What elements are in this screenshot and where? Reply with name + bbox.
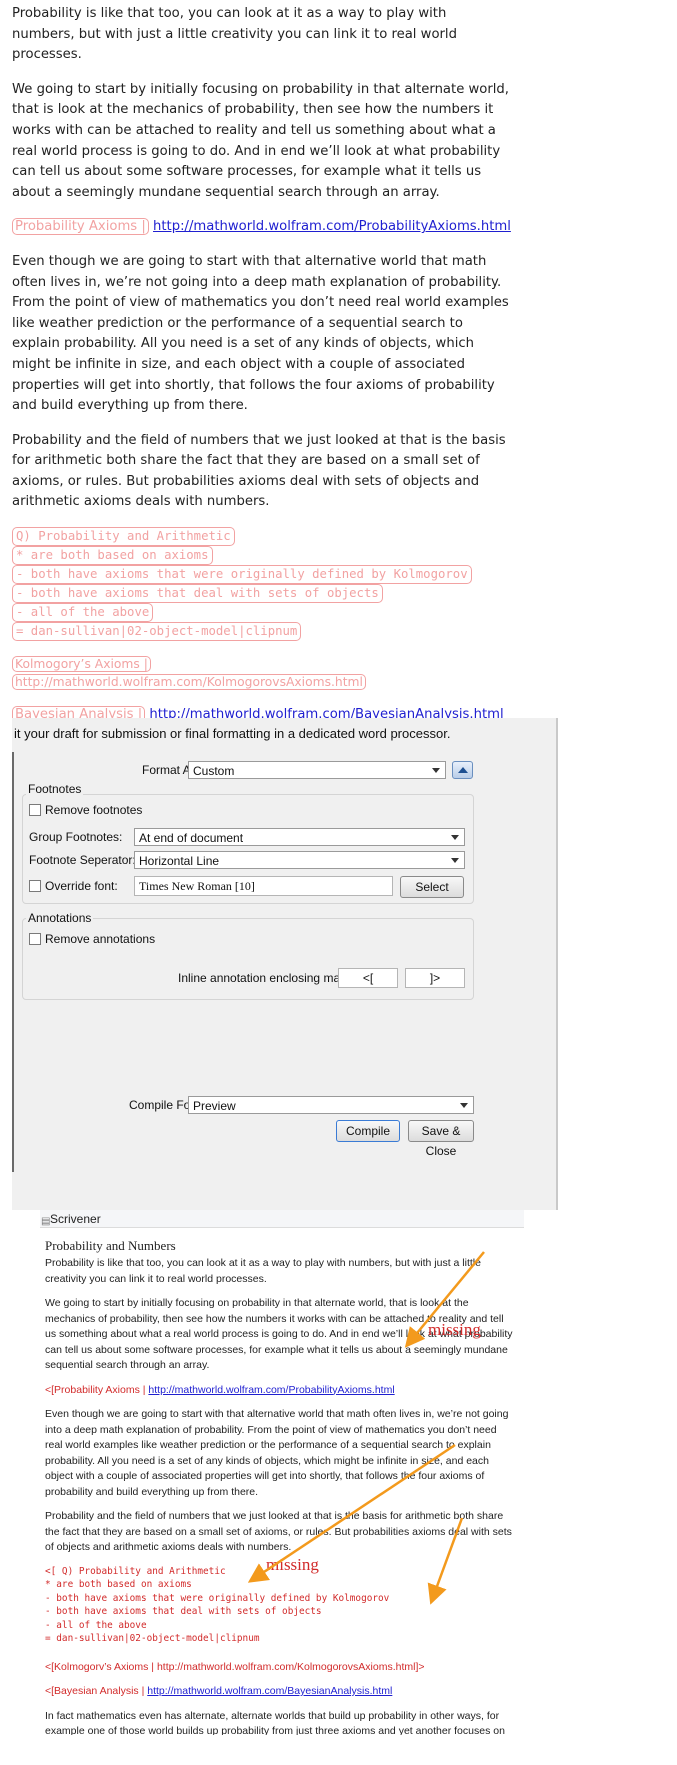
arrow-to-kolmogorov-line [427,1517,464,1605]
arrow-to-probability-axioms [404,1251,485,1348]
arrow-to-quiz-block [247,1443,456,1583]
annotation-arrows [247,1251,485,1605]
